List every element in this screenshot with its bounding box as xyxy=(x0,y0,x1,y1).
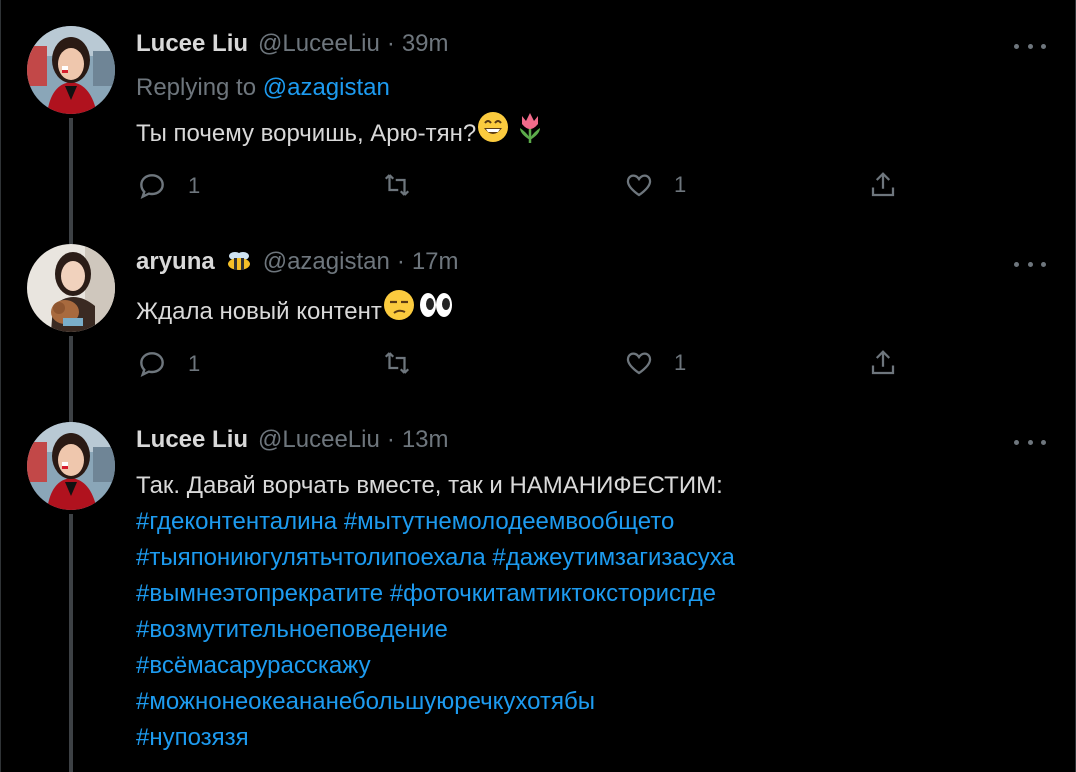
separator: · xyxy=(386,426,395,453)
retweet-icon xyxy=(384,352,410,374)
hashtag-line[interactable]: #возмутительноеповедение xyxy=(136,612,735,648)
bee-emoji xyxy=(225,251,253,271)
hashtag-line[interactable]: #тыяпониюгулятьчтолипоехала #дажеутимзаг… xyxy=(136,540,735,576)
thread-line xyxy=(69,514,73,772)
author-name[interactable]: Lucee Liu xyxy=(136,30,248,58)
tweet-header: Lucee Liu @LuceeLiu · 39m xyxy=(136,30,449,58)
author-handle[interactable]: @azagistan xyxy=(263,248,390,276)
separator: · xyxy=(396,248,405,275)
hashtag-line[interactable]: #нупозязя xyxy=(136,720,735,756)
hashtag-line[interactable]: #можнонеокеананебольшуюречкухотябы xyxy=(136,684,735,720)
hashtag-line[interactable]: #вымнеэтопрекратите #фоточкитамтиктоксто… xyxy=(136,576,735,612)
reply-button[interactable]: 1 xyxy=(136,348,200,380)
reply-button[interactable]: 1 xyxy=(136,170,200,202)
eyes-emoji xyxy=(418,288,454,333)
like-count: 1 xyxy=(674,350,687,375)
share-button[interactable] xyxy=(868,170,898,200)
thread-line xyxy=(69,236,73,244)
retweet-button[interactable] xyxy=(382,348,432,378)
tweet-text: Ты почему ворчишь, Арю-тян? xyxy=(136,112,546,157)
like-count: 1 xyxy=(674,172,687,197)
hashtag-list: #гдеконтенталина #мытутнемолодеемвообщет… xyxy=(136,504,735,756)
tweet-header: Lucee Liu @LuceeLiu · 13m xyxy=(136,426,449,454)
replying-to-label: Replying to xyxy=(136,74,257,101)
hashtag-line[interactable]: #гдеконтенталина #мытутнемолодеемвообщет… xyxy=(136,504,735,540)
author-handle[interactable]: @LuceeLiu xyxy=(258,30,380,58)
author-handle[interactable]: @LuceeLiu xyxy=(258,426,380,454)
reply-icon xyxy=(140,174,164,200)
tweet-text-content: Ты почему ворчишь, Арю-тян? xyxy=(136,119,477,147)
tweet-actions: 1 1 xyxy=(136,348,936,382)
more-options-icon[interactable] xyxy=(1014,436,1046,448)
thread-line xyxy=(69,118,73,236)
hashtag-line[interactable]: #всёмасарурасскажу xyxy=(136,648,735,684)
like-button[interactable]: 1 xyxy=(624,348,686,378)
separator: · xyxy=(386,30,395,57)
unamused-face-emoji xyxy=(382,288,416,333)
avatar-azagistan[interactable] xyxy=(27,244,115,332)
reply-count: 1 xyxy=(188,351,201,376)
reply-count: 1 xyxy=(188,173,201,198)
replying-to: Replying to @azagistan xyxy=(136,74,390,102)
tweet-2[interactable]: aryuna @azagistan · 17m Ждала новый конт… xyxy=(0,236,1076,414)
tweet-text-content: Ждала новый контент xyxy=(136,297,382,325)
tweet-1[interactable]: Lucee Liu @LuceeLiu · 39m Replying to @a… xyxy=(0,0,1076,236)
tweet-text: Так. Давай ворчать вместе, так и НАМАНИФ… xyxy=(136,472,723,499)
thread-line xyxy=(69,414,73,422)
heart-icon xyxy=(626,174,652,197)
reply-icon xyxy=(140,352,164,378)
tweet-actions: 1 1 xyxy=(136,170,936,204)
thread-line xyxy=(69,336,73,414)
timestamp[interactable]: 17m xyxy=(412,248,459,276)
timestamp[interactable]: 13m xyxy=(402,426,449,454)
tweet-header: aryuna @azagistan · 17m xyxy=(136,248,459,276)
share-icon xyxy=(871,172,895,197)
grinning-face-emoji xyxy=(476,110,510,155)
tulip-emoji xyxy=(514,110,546,155)
author-name[interactable]: aryuna xyxy=(136,248,215,276)
retweet-button[interactable] xyxy=(382,170,432,200)
tweet-3[interactable]: Lucee Liu @LuceeLiu · 13m Так. Давай вор… xyxy=(0,414,1076,772)
retweet-icon xyxy=(384,174,410,196)
mention-link[interactable]: @azagistan xyxy=(263,74,390,101)
more-options-icon[interactable] xyxy=(1014,258,1046,270)
author-name[interactable]: Lucee Liu xyxy=(136,426,248,454)
tweet-text: Ждала новый контент xyxy=(136,290,454,335)
avatar-luceeliu[interactable] xyxy=(27,26,115,114)
avatar-luceeliu[interactable] xyxy=(27,422,115,510)
share-button[interactable] xyxy=(868,348,898,378)
more-options-icon[interactable] xyxy=(1014,40,1046,52)
timestamp[interactable]: 39m xyxy=(402,30,449,58)
like-button[interactable]: 1 xyxy=(624,170,686,200)
heart-icon xyxy=(626,352,652,375)
share-icon xyxy=(871,350,895,375)
